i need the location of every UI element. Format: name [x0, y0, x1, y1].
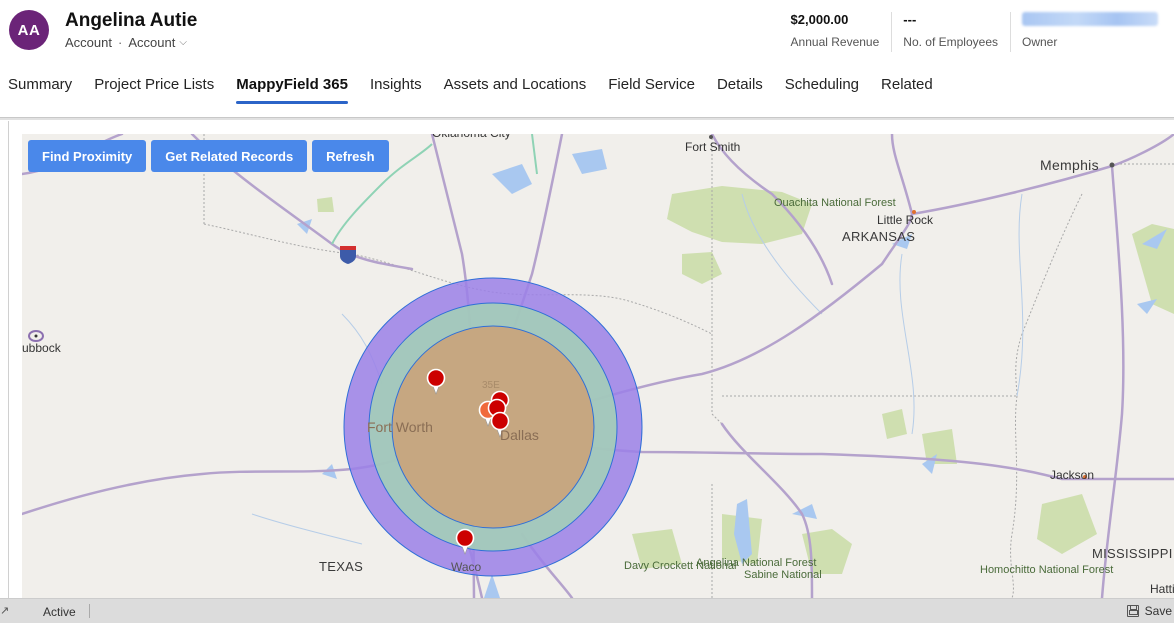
- annual-revenue-label: Annual Revenue: [790, 35, 880, 49]
- tab-summary[interactable]: Summary: [0, 72, 80, 104]
- save-button[interactable]: Save: [1126, 604, 1172, 618]
- state-border: [1015, 193, 1083, 397]
- record-status: Active: [43, 605, 76, 619]
- tab-project-price-lists[interactable]: Project Price Lists: [86, 72, 222, 104]
- lake: [572, 149, 607, 174]
- map-label-oklahoma-city: Oklahoma City: [432, 134, 511, 140]
- map-label-mississippi: MISSISSIPPI: [1092, 546, 1173, 561]
- i-55: [1100, 164, 1125, 598]
- record-subtitle: Account · Account ⌵: [65, 35, 187, 50]
- i-40: [910, 134, 1174, 216]
- map-label-lubbock: ubbock: [22, 341, 61, 355]
- kpi-employees: --- No. of Employees: [891, 12, 1010, 52]
- fort-smith-dot: [709, 135, 713, 139]
- map-label-waco: Waco: [451, 560, 482, 574]
- employees-label: No. of Employees: [903, 35, 998, 49]
- tab-field-service[interactable]: Field Service: [600, 72, 703, 104]
- status-bar: ↗ Active Save: [0, 598, 1174, 623]
- map-label-ouachita: Ouachita National Forest: [774, 197, 896, 209]
- river: [1016, 193, 1024, 397]
- save-label: Save: [1144, 604, 1172, 618]
- forest-patch: [317, 197, 334, 212]
- map-label-little-rock: Little Rock: [877, 213, 934, 227]
- kpi-annual-revenue: $2,000.00 Annual Revenue: [780, 12, 892, 52]
- header-fields: $2,000.00 Annual Revenue --- No. of Empl…: [780, 12, 1174, 54]
- interstate-35e-label: 35E: [482, 380, 500, 391]
- kpi-owner: Owner: [1010, 12, 1174, 52]
- river: [899, 253, 915, 435]
- tab-insights[interactable]: Insights: [362, 72, 430, 104]
- homochitto-forest: [1037, 494, 1097, 554]
- interstate-44-shield: [340, 246, 356, 264]
- annual-revenue-value: $2,000.00: [790, 12, 849, 27]
- map-label-fort-smith: Fort Smith: [685, 140, 741, 154]
- map-toolbar: Find Proximity Get Related Records Refre…: [28, 140, 389, 172]
- map-label-hattiesburg: Hatti: [1150, 582, 1174, 596]
- form-selector[interactable]: Account: [128, 35, 175, 50]
- map-label-sabine: Sabine National: [744, 569, 822, 581]
- lake: [1137, 299, 1157, 314]
- avatar: AA: [9, 10, 49, 50]
- tab-assets-and-locations[interactable]: Assets and Locations: [436, 72, 595, 104]
- open-in-new-window-icon[interactable]: ↗: [0, 604, 9, 617]
- form-tabs: Summary Project Price Lists MappyField 3…: [0, 72, 947, 104]
- state-border: [711, 334, 723, 425]
- chevron-down-icon[interactable]: ⌵: [179, 37, 187, 48]
- owner-name-redacted[interactable]: [1022, 12, 1158, 26]
- turnpike: [531, 134, 538, 175]
- map-label-texas: TEXAS: [319, 559, 364, 574]
- get-related-records-button[interactable]: Get Related Records: [151, 140, 308, 172]
- record-title: Angelina Autie: [65, 10, 198, 31]
- tab-scheduling[interactable]: Scheduling: [777, 72, 867, 104]
- owner-label: Owner: [1022, 35, 1058, 49]
- map-label-davy-crockett: Davy Crockett National: [624, 560, 737, 572]
- map-label-dallas: Dallas: [500, 427, 539, 443]
- river: [251, 513, 363, 545]
- tab-related[interactable]: Related: [873, 72, 941, 104]
- map-label-jackson: Jackson: [1050, 468, 1095, 482]
- status-separator: [89, 604, 90, 618]
- map-layer: 35E: [22, 134, 1174, 598]
- employees-value: ---: [903, 12, 917, 27]
- map-canvas[interactable]: 35E Oklahoma City Fort Smith Memphis Oua…: [22, 134, 1174, 598]
- lubbock-marker: [28, 330, 44, 342]
- map-label-angelina-forest: Angelina National Forest: [696, 557, 817, 569]
- memphis-dot: [1109, 162, 1115, 168]
- entity-name: Account: [65, 35, 112, 50]
- separator-dot: ·: [117, 35, 123, 50]
- tab-mappyfield-365[interactable]: MappyField 365: [228, 72, 356, 104]
- owner-value[interactable]: [1022, 12, 1158, 31]
- map-label-arkansas: ARKANSAS: [842, 229, 916, 244]
- city-dots: [709, 135, 1115, 479]
- find-proximity-button[interactable]: Find Proximity: [28, 140, 147, 172]
- refresh-button[interactable]: Refresh: [312, 140, 389, 172]
- record-header: AA Angelina Autie Account · Account ⌵ $2…: [0, 0, 1174, 62]
- forest-patch: [682, 252, 722, 284]
- save-icon: [1126, 605, 1139, 617]
- tab-details[interactable]: Details: [709, 72, 771, 104]
- forest-patch: [882, 409, 907, 439]
- map-label-memphis: Memphis: [1040, 157, 1099, 173]
- map-label-fort-worth: Fort Worth: [367, 419, 433, 435]
- lake: [492, 164, 532, 194]
- lake: [484, 574, 500, 598]
- map-label-homochitto: Homochitto National Forest: [980, 564, 1114, 576]
- header-divider: [0, 117, 1174, 120]
